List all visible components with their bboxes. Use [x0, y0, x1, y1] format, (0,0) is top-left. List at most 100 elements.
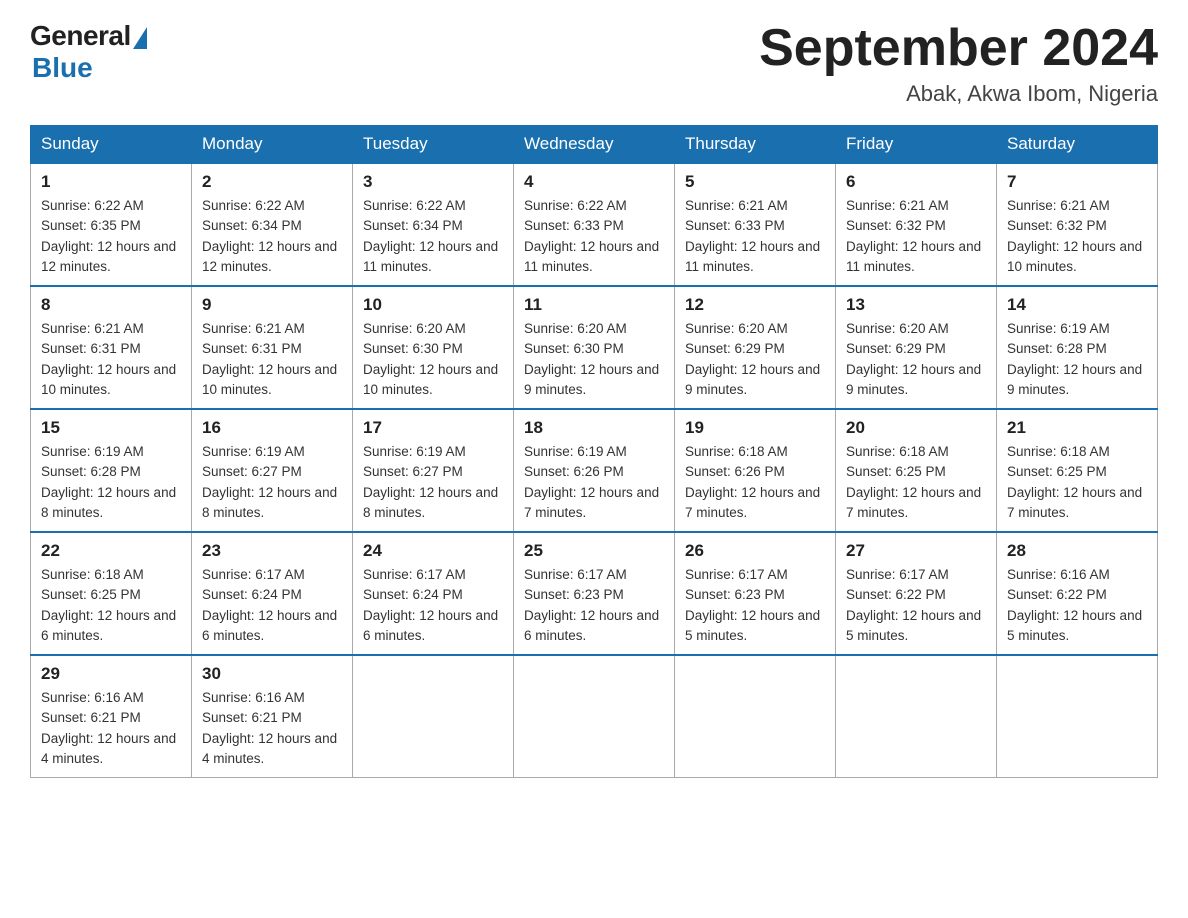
calendar-cell: 20Sunrise: 6:18 AMSunset: 6:25 PMDayligh… — [836, 409, 997, 532]
calendar-cell: 9Sunrise: 6:21 AMSunset: 6:31 PMDaylight… — [192, 286, 353, 409]
day-number: 5 — [685, 172, 825, 192]
week-row-4: 22 Sunrise: 6:18 AMSunset: 6:25 PMDayligh… — [31, 532, 1158, 655]
calendar-cell: 21 Sunrise: 6:18 AMSunset: 6:25 PMDayligh… — [997, 409, 1158, 532]
calendar-cell: 2 Sunrise: 6:22 AMSunset: 6:34 PMDaylight… — [192, 163, 353, 286]
weekday-header-sunday: Sunday — [31, 126, 192, 164]
day-number: 11 — [524, 295, 664, 315]
day-number: 4 — [524, 172, 664, 192]
day-info: Sunrise: 6:20 AMSunset: 6:30 PMDaylight:… — [363, 319, 503, 400]
day-info: Sunrise: 6:21 AMSunset: 6:32 PMDaylight:… — [846, 196, 986, 277]
day-number: 8 — [41, 295, 181, 315]
week-row-1: 1 Sunrise: 6:22 AMSunset: 6:35 PMDaylight… — [31, 163, 1158, 286]
day-info: Sunrise: 6:16 AMSunset: 6:22 PMDaylight:… — [1007, 565, 1147, 646]
day-info: Sunrise: 6:17 AMSunset: 6:23 PMDaylight:… — [685, 565, 825, 646]
day-info: Sunrise: 6:21 AMSunset: 6:33 PMDaylight:… — [685, 196, 825, 277]
calendar-cell: 5 Sunrise: 6:21 AMSunset: 6:33 PMDaylight… — [675, 163, 836, 286]
day-info: Sunrise: 6:19 AMSunset: 6:27 PMDaylight:… — [363, 442, 503, 523]
day-number: 24 — [363, 541, 503, 561]
weekday-header-friday: Friday — [836, 126, 997, 164]
day-info: Sunrise: 6:21 AMSunset: 6:32 PMDaylight:… — [1007, 196, 1147, 277]
day-number: 17 — [363, 418, 503, 438]
day-number: 19 — [685, 418, 825, 438]
day-number: 26 — [685, 541, 825, 561]
day-info: Sunrise: 6:18 AMSunset: 6:26 PMDaylight:… — [685, 442, 825, 523]
week-row-5: 29 Sunrise: 6:16 AMSunset: 6:21 PMDayligh… — [31, 655, 1158, 778]
calendar-cell: 11 Sunrise: 6:20 AMSunset: 6:30 PMDayligh… — [514, 286, 675, 409]
day-number: 30 — [202, 664, 342, 684]
day-number: 16 — [202, 418, 342, 438]
page-header: General Blue September 2024 Abak, Akwa I… — [30, 20, 1158, 107]
calendar-cell: 27 Sunrise: 6:17 AMSunset: 6:22 PMDayligh… — [836, 532, 997, 655]
logo-triangle-icon — [133, 27, 147, 49]
day-info: Sunrise: 6:17 AMSunset: 6:23 PMDaylight:… — [524, 565, 664, 646]
day-info: Sunrise: 6:22 AMSunset: 6:34 PMDaylight:… — [363, 196, 503, 277]
calendar-cell: 3Sunrise: 6:22 AMSunset: 6:34 PMDaylight… — [353, 163, 514, 286]
weekday-header-thursday: Thursday — [675, 126, 836, 164]
calendar-cell: 25 Sunrise: 6:17 AMSunset: 6:23 PMDayligh… — [514, 532, 675, 655]
day-number: 7 — [1007, 172, 1147, 192]
day-number: 2 — [202, 172, 342, 192]
calendar-cell: 29 Sunrise: 6:16 AMSunset: 6:21 PMDayligh… — [31, 655, 192, 778]
day-number: 9 — [202, 295, 342, 315]
day-number: 15 — [41, 418, 181, 438]
calendar-cell: 12 Sunrise: 6:20 AMSunset: 6:29 PMDayligh… — [675, 286, 836, 409]
day-info: Sunrise: 6:18 AMSunset: 6:25 PMDaylight:… — [41, 565, 181, 646]
calendar-table: SundayMondayTuesdayWednesdayThursdayFrid… — [30, 125, 1158, 778]
calendar-cell — [997, 655, 1158, 778]
calendar-cell — [514, 655, 675, 778]
day-info: Sunrise: 6:22 AMSunset: 6:35 PMDaylight:… — [41, 196, 181, 277]
day-number: 21 — [1007, 418, 1147, 438]
calendar-cell: 1 Sunrise: 6:22 AMSunset: 6:35 PMDaylight… — [31, 163, 192, 286]
location-title: Abak, Akwa Ibom, Nigeria — [759, 81, 1158, 107]
calendar-cell: 4 Sunrise: 6:22 AMSunset: 6:33 PMDaylight… — [514, 163, 675, 286]
day-info: Sunrise: 6:19 AMSunset: 6:26 PMDaylight:… — [524, 442, 664, 523]
day-info: Sunrise: 6:20 AMSunset: 6:29 PMDaylight:… — [846, 319, 986, 400]
calendar-cell: 26 Sunrise: 6:17 AMSunset: 6:23 PMDayligh… — [675, 532, 836, 655]
day-number: 14 — [1007, 295, 1147, 315]
logo: General Blue — [30, 20, 147, 84]
day-info: Sunrise: 6:20 AMSunset: 6:30 PMDaylight:… — [524, 319, 664, 400]
title-block: September 2024 Abak, Akwa Ibom, Nigeria — [759, 20, 1158, 107]
day-number: 28 — [1007, 541, 1147, 561]
calendar-cell: 18 Sunrise: 6:19 AMSunset: 6:26 PMDayligh… — [514, 409, 675, 532]
day-number: 12 — [685, 295, 825, 315]
day-info: Sunrise: 6:16 AMSunset: 6:21 PMDaylight:… — [41, 688, 181, 769]
day-info: Sunrise: 6:17 AMSunset: 6:22 PMDaylight:… — [846, 565, 986, 646]
calendar-cell: 13 Sunrise: 6:20 AMSunset: 6:29 PMDayligh… — [836, 286, 997, 409]
day-info: Sunrise: 6:19 AMSunset: 6:28 PMDaylight:… — [1007, 319, 1147, 400]
day-number: 13 — [846, 295, 986, 315]
weekday-header-saturday: Saturday — [997, 126, 1158, 164]
weekday-header-tuesday: Tuesday — [353, 126, 514, 164]
calendar-cell: 23Sunrise: 6:17 AMSunset: 6:24 PMDayligh… — [192, 532, 353, 655]
logo-general-text: General — [30, 20, 131, 52]
month-title: September 2024 — [759, 20, 1158, 77]
weekday-header-monday: Monday — [192, 126, 353, 164]
calendar-cell: 14 Sunrise: 6:19 AMSunset: 6:28 PMDayligh… — [997, 286, 1158, 409]
day-number: 18 — [524, 418, 664, 438]
day-number: 25 — [524, 541, 664, 561]
day-info: Sunrise: 6:22 AMSunset: 6:34 PMDaylight:… — [202, 196, 342, 277]
day-info: Sunrise: 6:18 AMSunset: 6:25 PMDaylight:… — [1007, 442, 1147, 523]
calendar-cell: 24Sunrise: 6:17 AMSunset: 6:24 PMDayligh… — [353, 532, 514, 655]
calendar-cell: 8Sunrise: 6:21 AMSunset: 6:31 PMDaylight… — [31, 286, 192, 409]
day-number: 10 — [363, 295, 503, 315]
day-info: Sunrise: 6:20 AMSunset: 6:29 PMDaylight:… — [685, 319, 825, 400]
day-info: Sunrise: 6:19 AMSunset: 6:28 PMDaylight:… — [41, 442, 181, 523]
day-info: Sunrise: 6:22 AMSunset: 6:33 PMDaylight:… — [524, 196, 664, 277]
day-info: Sunrise: 6:16 AMSunset: 6:21 PMDaylight:… — [202, 688, 342, 769]
day-number: 29 — [41, 664, 181, 684]
calendar-cell: 28 Sunrise: 6:16 AMSunset: 6:22 PMDayligh… — [997, 532, 1158, 655]
day-number: 23 — [202, 541, 342, 561]
calendar-cell: 17 Sunrise: 6:19 AMSunset: 6:27 PMDayligh… — [353, 409, 514, 532]
calendar-cell: 7 Sunrise: 6:21 AMSunset: 6:32 PMDaylight… — [997, 163, 1158, 286]
calendar-cell: 16 Sunrise: 6:19 AMSunset: 6:27 PMDayligh… — [192, 409, 353, 532]
day-info: Sunrise: 6:18 AMSunset: 6:25 PMDaylight:… — [846, 442, 986, 523]
day-number: 1 — [41, 172, 181, 192]
day-info: Sunrise: 6:19 AMSunset: 6:27 PMDaylight:… — [202, 442, 342, 523]
calendar-cell: 10 Sunrise: 6:20 AMSunset: 6:30 PMDayligh… — [353, 286, 514, 409]
day-number: 27 — [846, 541, 986, 561]
day-number: 22 — [41, 541, 181, 561]
calendar-cell: 15 Sunrise: 6:19 AMSunset: 6:28 PMDayligh… — [31, 409, 192, 532]
day-number: 6 — [846, 172, 986, 192]
week-row-2: 8Sunrise: 6:21 AMSunset: 6:31 PMDaylight… — [31, 286, 1158, 409]
